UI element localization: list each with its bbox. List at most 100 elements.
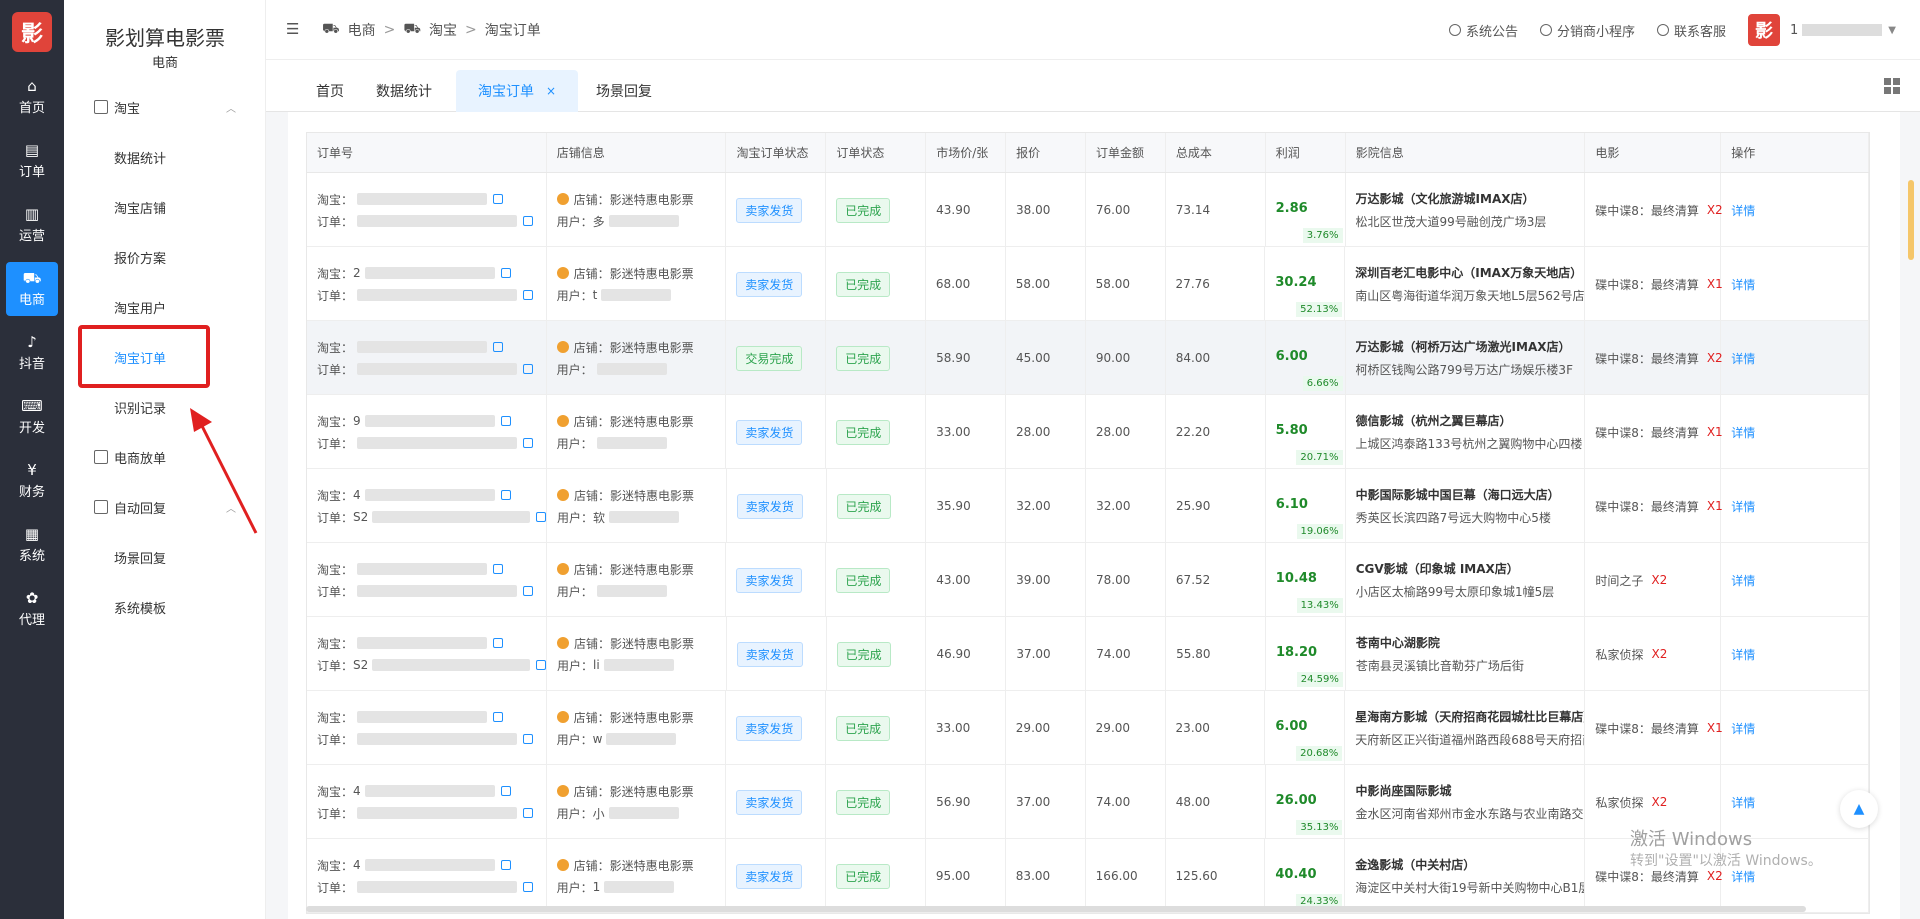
rail-item-orders[interactable]: ▤ 订单 bbox=[6, 134, 58, 188]
profit-percent: 20.68% bbox=[1296, 746, 1343, 761]
profit-value: 30.24 bbox=[1275, 275, 1317, 290]
detail-link[interactable]: 详情 bbox=[1731, 276, 1755, 293]
user-label: 用户： bbox=[556, 806, 593, 821]
tb-order-no: 4 bbox=[353, 488, 361, 502]
copy-icon[interactable] bbox=[500, 416, 511, 426]
sidebar-item-taobao-users[interactable]: 淘宝用户 bbox=[64, 290, 266, 324]
order-label: 订单： bbox=[317, 658, 354, 673]
tb-order-label: 淘宝： bbox=[317, 784, 354, 799]
copy-icon[interactable] bbox=[493, 712, 504, 722]
chevron-down-icon[interactable]: ▼ bbox=[1888, 25, 1896, 36]
tab-scene-reply[interactable]: 场景回复 bbox=[586, 70, 662, 112]
collapse-menu-icon[interactable]: ☰ bbox=[286, 20, 299, 38]
copy-icon[interactable] bbox=[493, 564, 504, 574]
order-amount: 74.00 bbox=[1096, 647, 1131, 661]
detail-link[interactable]: 详情 bbox=[1731, 868, 1755, 885]
rail-item-operations[interactable]: ▥ 运营 bbox=[6, 198, 58, 252]
breadcrumb-item: 淘宝订单 bbox=[484, 23, 541, 39]
sidebar-item-label: 数据统计 bbox=[114, 151, 167, 167]
copy-icon[interactable] bbox=[523, 216, 534, 226]
copy-icon[interactable] bbox=[523, 734, 534, 744]
taobao-status-badge: 卖家发货 bbox=[736, 271, 803, 297]
quote-price: 58.00 bbox=[1015, 277, 1051, 291]
taobao-status-badge: 交易完成 bbox=[736, 345, 803, 371]
order-amount: 29.00 bbox=[1095, 721, 1131, 735]
shop-label: 店铺： bbox=[573, 858, 610, 873]
tab-home[interactable]: 首页 bbox=[306, 70, 354, 112]
detail-link[interactable]: 详情 bbox=[1731, 720, 1755, 737]
tab-taobao-orders[interactable]: 淘宝订单 × bbox=[456, 70, 578, 112]
shop-icon bbox=[556, 563, 569, 575]
copy-icon[interactable] bbox=[523, 438, 534, 448]
rail-item-develop[interactable]: ⌨ 开发 bbox=[6, 390, 58, 444]
copy-icon[interactable] bbox=[523, 586, 534, 596]
copy-icon[interactable] bbox=[493, 194, 504, 204]
rail-item-system[interactable]: ▦ 系统 bbox=[6, 518, 58, 572]
sidebar-item-data-stats[interactable]: 数据统计 bbox=[64, 140, 266, 174]
copy-icon[interactable] bbox=[536, 660, 546, 670]
support-link[interactable]: 联系客服 bbox=[1657, 21, 1726, 40]
profit-percent: 19.06% bbox=[1296, 524, 1343, 539]
redacted-value bbox=[357, 637, 488, 649]
breadcrumb-item[interactable]: 淘宝 bbox=[429, 20, 457, 40]
horizontal-scrollbar[interactable] bbox=[306, 906, 1806, 912]
rail-item-finance[interactable]: ¥ 财务 bbox=[6, 454, 58, 508]
user-name-redacted[interactable] bbox=[1802, 24, 1883, 36]
order-amount: 78.00 bbox=[1096, 573, 1131, 587]
column-header: 市场价/张 bbox=[926, 133, 1007, 172]
detail-link[interactable]: 详情 bbox=[1731, 202, 1755, 219]
breadcrumb-item[interactable]: 电商 bbox=[348, 20, 376, 40]
rail-item-douyin[interactable]: ♪ 抖音 bbox=[6, 326, 58, 380]
order-label: 订单： bbox=[317, 288, 354, 303]
breadcrumb-separator: > bbox=[464, 22, 477, 38]
shop-label: 店铺： bbox=[573, 266, 610, 281]
rail-item-ecommerce[interactable]: ⛟ 电商 bbox=[6, 262, 58, 316]
copy-icon[interactable] bbox=[493, 638, 504, 648]
rail-item-home[interactable]: ⌂ 首页 bbox=[6, 70, 58, 124]
copy-icon[interactable] bbox=[500, 860, 511, 870]
close-icon[interactable]: × bbox=[546, 84, 556, 98]
copy-icon[interactable] bbox=[500, 786, 511, 796]
rail-item-label: 系统 bbox=[18, 549, 45, 564]
menu-icon bbox=[94, 450, 108, 464]
copy-icon[interactable] bbox=[523, 290, 534, 300]
tab-data-stats[interactable]: 数据统计 bbox=[366, 70, 442, 112]
quote-price: 32.00 bbox=[1016, 499, 1051, 513]
user-name: 1 bbox=[592, 880, 601, 894]
grid-icon[interactable] bbox=[1884, 78, 1900, 94]
copy-icon[interactable] bbox=[523, 882, 534, 892]
vertical-scrollbar[interactable] bbox=[1908, 180, 1914, 260]
copy-icon[interactable] bbox=[523, 364, 534, 374]
copy-icon[interactable] bbox=[523, 808, 534, 818]
rail-item-agent[interactable]: ✿ 代理 bbox=[6, 582, 58, 636]
detail-link[interactable]: 详情 bbox=[1731, 646, 1755, 663]
shop-icon bbox=[557, 637, 569, 649]
copy-icon[interactable] bbox=[500, 268, 511, 278]
copy-icon[interactable] bbox=[493, 342, 504, 352]
redacted-value bbox=[606, 733, 677, 745]
detail-link[interactable]: 详情 bbox=[1731, 350, 1755, 367]
miniprogram-link[interactable]: 分销商小程序 bbox=[1539, 21, 1635, 40]
sidebar-item-scene-reply[interactable]: 场景回复 bbox=[64, 540, 266, 574]
tb-order-label: 淘宝： bbox=[317, 266, 354, 281]
detail-link[interactable]: 详情 bbox=[1731, 498, 1755, 515]
taobao-status-badge: 卖家发货 bbox=[736, 641, 803, 667]
sidebar-item-quote-plans[interactable]: 报价方案 bbox=[64, 240, 266, 274]
flower-icon: ✿ bbox=[25, 589, 39, 607]
copy-icon[interactable] bbox=[536, 512, 546, 522]
sidebar-item-system-templates[interactable]: 系统模板 bbox=[64, 590, 266, 624]
cinema-name: 中影国际影城中国巨幕（海口远大店） bbox=[1355, 488, 1560, 502]
avatar[interactable]: 影 bbox=[1748, 14, 1781, 46]
sidebar-item-taobao[interactable]: 淘宝 ︿ bbox=[64, 90, 266, 124]
table-row: 淘宝： 订单： 店铺： 影迷特惠电影票 用户： 交易完成 已完成 58.90 45.00 90.0… bbox=[307, 321, 1869, 395]
detail-link[interactable]: 详情 bbox=[1731, 794, 1755, 811]
announcement-link[interactable]: 系统公告 bbox=[1448, 21, 1518, 40]
total-cost: 22.20 bbox=[1175, 425, 1211, 439]
sidebar-item-taobao-shops[interactable]: 淘宝店铺 bbox=[64, 190, 266, 224]
detail-link[interactable]: 详情 bbox=[1731, 572, 1755, 589]
detail-link[interactable]: 详情 bbox=[1731, 424, 1755, 441]
total-cost: 48.00 bbox=[1175, 795, 1211, 809]
back-to-top-button[interactable]: ▲ bbox=[1840, 790, 1878, 828]
tb-order-label: 淘宝： bbox=[317, 488, 354, 503]
copy-icon[interactable] bbox=[500, 490, 511, 500]
